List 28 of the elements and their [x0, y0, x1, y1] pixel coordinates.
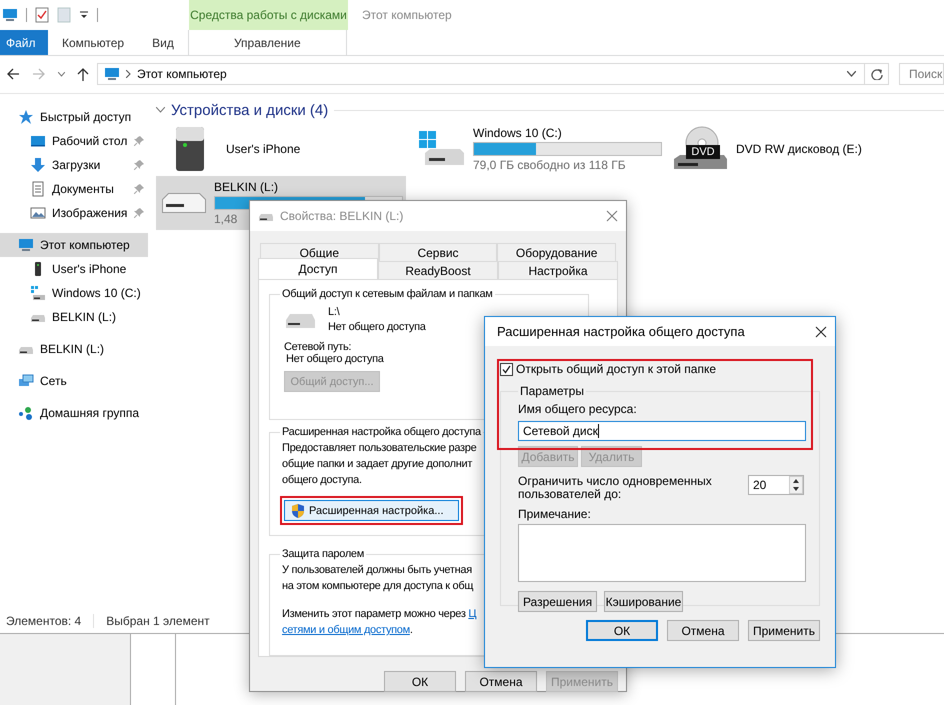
drive-name: BELKIN (L:) [214, 180, 278, 194]
drive-path: L:\ [328, 306, 341, 318]
description-text: Предоставляет пользовательские разре общие папки и задает другие дополнит общего доступа. [282, 441, 476, 488]
drive-name: DVD RW дисковод (E:) [736, 142, 862, 156]
drive-name: User's iPhone [226, 142, 300, 156]
group-label: Защита паролем [281, 548, 366, 560]
free-space-text: 1,48 [214, 212, 238, 226]
group-label: Общий доступ к сетевым файлам и папкам [281, 288, 494, 300]
group-label: Параметры [519, 384, 585, 398]
context-tab-header: Средства работы с дисками [189, 0, 348, 30]
field-label: Сетевой путь: [284, 341, 352, 353]
group-label: Расширенная настройка общего доступа [281, 426, 482, 438]
drive-name: Windows 10 (C:) [473, 126, 562, 140]
field-label: Имя общего ресурса: [518, 402, 638, 416]
dialog-title: Расширенная настройка общего доступа [497, 324, 746, 339]
description-text: У пользователей должны быть учетная на этом компьютере для доступа к общ [282, 563, 474, 594]
window-title: Этот компьютер [361, 7, 452, 24]
free-space-text: 79,0 ГБ свободно из 118 ГБ [473, 158, 626, 172]
sharing-status: Нет общего доступа [328, 321, 426, 333]
dialog-title: Свойства: BELKIN (L:) [280, 209, 404, 223]
dvd-label: DVD [690, 145, 716, 159]
network-path: Нет общего доступа [286, 353, 384, 365]
field-label: Ограничить число одновременных пользователей до: [518, 475, 713, 501]
note-text: Изменить этот параметр можно через Ц сетями и общим доступом. [282, 607, 476, 638]
field-label: Примечание: [518, 507, 592, 521]
item-count: Элементов: 4 [6, 614, 82, 628]
address-text: Этот компьютер [137, 67, 228, 81]
selection-count: Выбран 1 элемент [106, 614, 210, 628]
